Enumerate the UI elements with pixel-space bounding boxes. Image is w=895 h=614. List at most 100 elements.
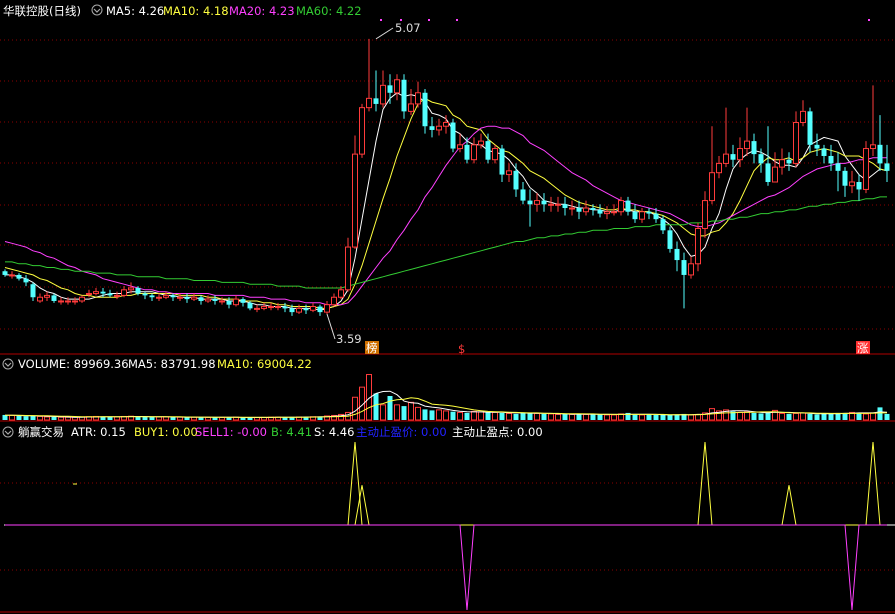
candle-body xyxy=(506,170,512,176)
candle-body xyxy=(856,182,862,190)
volume-bar xyxy=(51,416,57,420)
candle-body xyxy=(177,296,183,299)
volume-bar xyxy=(590,413,596,420)
volume-bar xyxy=(205,416,211,421)
volume-bar xyxy=(765,412,771,420)
candle-body xyxy=(513,170,519,190)
candle-body xyxy=(639,211,645,220)
b-label: B: 4.41 xyxy=(271,425,312,439)
volume-bar xyxy=(422,409,428,420)
candle-body xyxy=(863,148,869,190)
candle-body xyxy=(240,299,246,303)
volume-bar xyxy=(9,414,15,421)
candle-body xyxy=(100,291,106,294)
candle-body xyxy=(527,200,533,205)
volume-bar xyxy=(436,409,442,421)
candle-body xyxy=(44,294,50,298)
ma60-label: MA60: 4.22 xyxy=(296,4,362,18)
candle-body xyxy=(744,140,750,150)
candle-body xyxy=(835,163,841,171)
volume-bar xyxy=(660,414,666,420)
candle-body xyxy=(275,306,281,309)
candle-body xyxy=(303,308,309,311)
candle-body xyxy=(2,271,8,275)
candle-body xyxy=(702,200,708,229)
candle-body xyxy=(394,79,400,94)
volume-bar xyxy=(30,415,36,420)
candle-body xyxy=(261,306,267,309)
atr-label: ATR: 0.15 xyxy=(71,425,126,439)
volume-bar xyxy=(142,416,148,420)
candle-body xyxy=(366,97,372,109)
volume-bar xyxy=(639,414,645,421)
candle-body xyxy=(51,295,57,301)
volume-bar xyxy=(156,416,162,421)
candle-body xyxy=(604,211,610,215)
candle-body xyxy=(842,170,848,186)
volume-bar xyxy=(415,406,421,421)
candle-body xyxy=(590,208,596,210)
candle-body xyxy=(345,246,351,291)
candle-body xyxy=(478,140,484,146)
volume-bar xyxy=(779,412,785,421)
volume-bar xyxy=(471,410,477,421)
volume-bar xyxy=(583,413,589,421)
volume-bar xyxy=(828,413,834,420)
candle-body xyxy=(30,284,36,298)
candle-body xyxy=(142,293,148,296)
candle-body xyxy=(709,172,715,202)
volume-bar xyxy=(877,407,883,420)
main-legend: 华联控股(日线) MA5: 4.26 MA10: 4.18 MA20: 4.23… xyxy=(3,4,362,18)
volume-bar xyxy=(688,414,694,421)
candle-body xyxy=(828,155,834,164)
candle-body xyxy=(65,300,71,303)
volume-ma5-label: MA5: 83791.98 xyxy=(128,357,216,371)
volume-bar xyxy=(408,401,414,421)
candle-body xyxy=(849,181,855,187)
candle-body xyxy=(324,304,330,313)
volume-bar xyxy=(737,411,743,421)
volume-bar xyxy=(65,416,71,421)
volume-bar xyxy=(429,410,435,420)
candle-body xyxy=(772,166,778,183)
candle-body xyxy=(667,230,673,249)
volume-bar xyxy=(163,416,169,421)
volume-bar xyxy=(478,411,484,421)
candle-body xyxy=(765,163,771,182)
s-label: S: 4.46 xyxy=(314,425,354,439)
candle-body xyxy=(170,295,176,298)
candle-body xyxy=(226,300,232,305)
candle-body xyxy=(310,306,316,311)
candle-body xyxy=(597,209,603,214)
candle-body xyxy=(401,79,407,112)
candle-body xyxy=(793,122,799,164)
volume-bar xyxy=(352,396,358,421)
candle-body xyxy=(86,293,92,296)
candle-body xyxy=(121,289,127,296)
volume-bar xyxy=(464,412,470,420)
stock-title: 华联控股(日线) xyxy=(3,4,81,18)
candle-body xyxy=(107,293,113,296)
candle-body xyxy=(737,148,743,161)
candle-body xyxy=(58,300,64,303)
candle-body xyxy=(471,144,477,161)
dollar-marker: $ xyxy=(458,342,465,356)
candle-body xyxy=(289,308,295,313)
volume-bar xyxy=(653,414,659,420)
volume-bar xyxy=(394,404,400,421)
volume-bar xyxy=(513,413,519,420)
candle-body xyxy=(128,287,134,291)
volume-label: VOLUME: 89969.36 xyxy=(18,357,129,371)
volume-bar xyxy=(800,412,806,421)
candle-body xyxy=(422,92,428,127)
volume-ma10-label: MA10: 69004.22 xyxy=(217,357,312,371)
candle-body xyxy=(156,296,162,299)
candle-body xyxy=(877,144,883,164)
buy1-label: BUY1: 0.00 xyxy=(134,425,198,439)
candle-body xyxy=(268,306,274,309)
volume-legend: VOLUME: 89969.36 MA5: 83791.98 MA10: 690… xyxy=(2,357,312,371)
volume-bar xyxy=(492,411,498,421)
candle-body xyxy=(163,294,169,298)
candle-body xyxy=(23,278,29,283)
volume-bar xyxy=(520,412,526,420)
